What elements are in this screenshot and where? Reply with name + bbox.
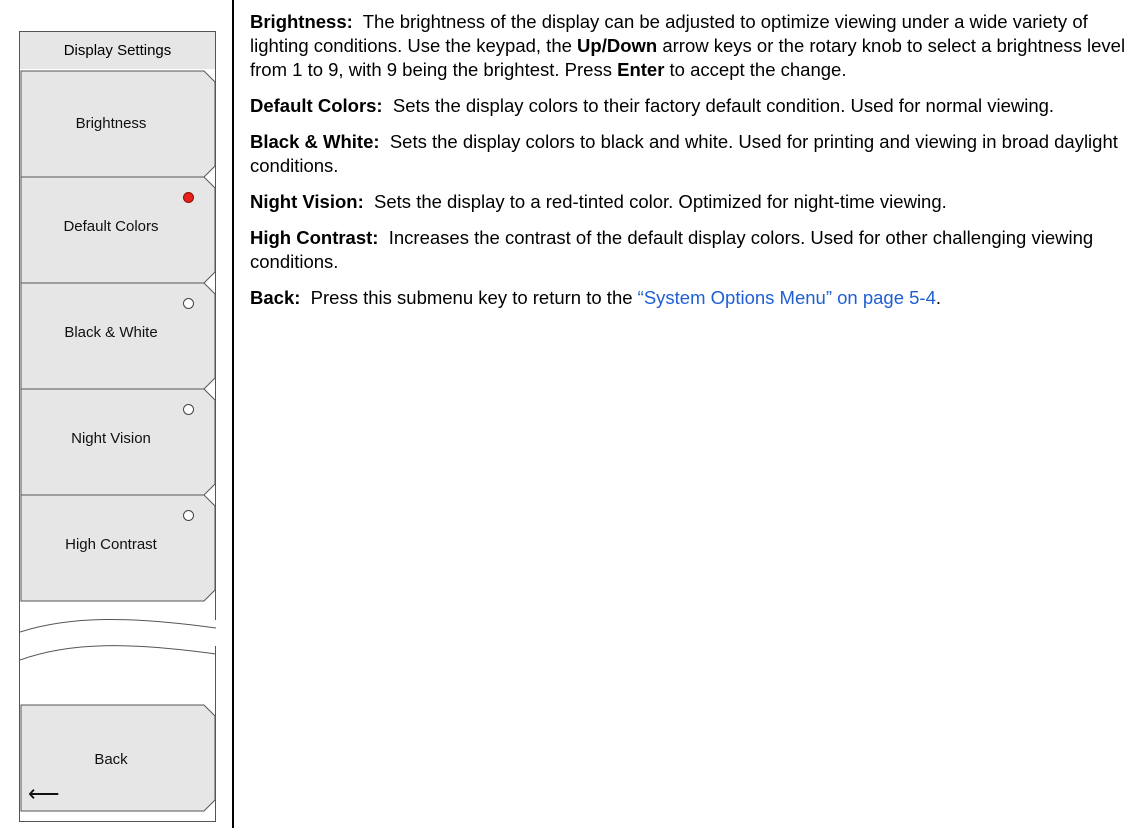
key-name: Up/Down — [577, 35, 658, 56]
high-contrast-key[interactable]: High Contrast — [20, 494, 216, 602]
black-white-key[interactable]: Black & White — [20, 282, 216, 390]
term: Brightness: — [250, 11, 353, 32]
description-text: Sets the display colors to black and whi… — [250, 131, 1118, 176]
menu-title: Display Settings — [19, 31, 216, 69]
back-description: Back: Press this submenu key to return t… — [250, 286, 1145, 310]
term: Back: — [250, 287, 301, 308]
radio-unselected-icon — [183, 510, 194, 521]
black-white-key-label: Black & White — [64, 324, 158, 341]
key-name: Enter — [617, 59, 665, 80]
radio-unselected-icon — [183, 404, 194, 415]
radio-unselected-icon — [183, 298, 194, 309]
radio-selected-icon — [183, 192, 194, 203]
period: . — [935, 287, 942, 308]
term: Night Vision: — [250, 191, 364, 212]
high-contrast-description: High Contrast: Increases the contrast of… — [250, 226, 1145, 274]
term: High Contrast: — [250, 227, 379, 248]
description-text: Sets the display colors to their factory… — [392, 95, 1055, 116]
back-key-label: Back — [94, 751, 128, 768]
black-white-description: Black & White: Sets the display colors t… — [250, 130, 1145, 178]
term: Black & White: — [250, 131, 380, 152]
default-colors-key-label: Default Colors — [63, 218, 159, 235]
brightness-key[interactable]: Brightness — [20, 70, 216, 178]
menu-break-wave — [20, 618, 217, 661]
system-options-menu-link[interactable]: “System Options Menu” on page 5-4 — [638, 287, 936, 308]
high-contrast-key-label: High Contrast — [65, 536, 157, 553]
default-colors-description: Default Colors: Sets the display colors … — [250, 94, 1145, 118]
soft-key-menu: Display Settings Brightness Default Colo… — [0, 0, 232, 828]
night-vision-key-label: Night Vision — [71, 430, 151, 447]
night-vision-description: Night Vision: Sets the display to a red-… — [250, 190, 1145, 214]
description-text: to accept the change. — [669, 59, 847, 80]
night-vision-key[interactable]: Night Vision — [20, 388, 216, 496]
brightness-key-label: Brightness — [75, 115, 147, 132]
description-panel: Brightness: The brightness of the displa… — [250, 10, 1145, 322]
term: Default Colors: — [250, 95, 383, 116]
arrow-left-icon: ⟵ — [28, 781, 60, 806]
back-key[interactable]: Back ⟵ — [20, 704, 216, 812]
description-text: Sets the display to a red-tinted color. … — [374, 191, 947, 212]
column-divider — [232, 0, 234, 828]
brightness-description: Brightness: The brightness of the displa… — [250, 10, 1145, 82]
default-colors-key[interactable]: Default Colors — [20, 176, 216, 284]
description-text: Press this submenu key to return to the — [310, 287, 633, 308]
